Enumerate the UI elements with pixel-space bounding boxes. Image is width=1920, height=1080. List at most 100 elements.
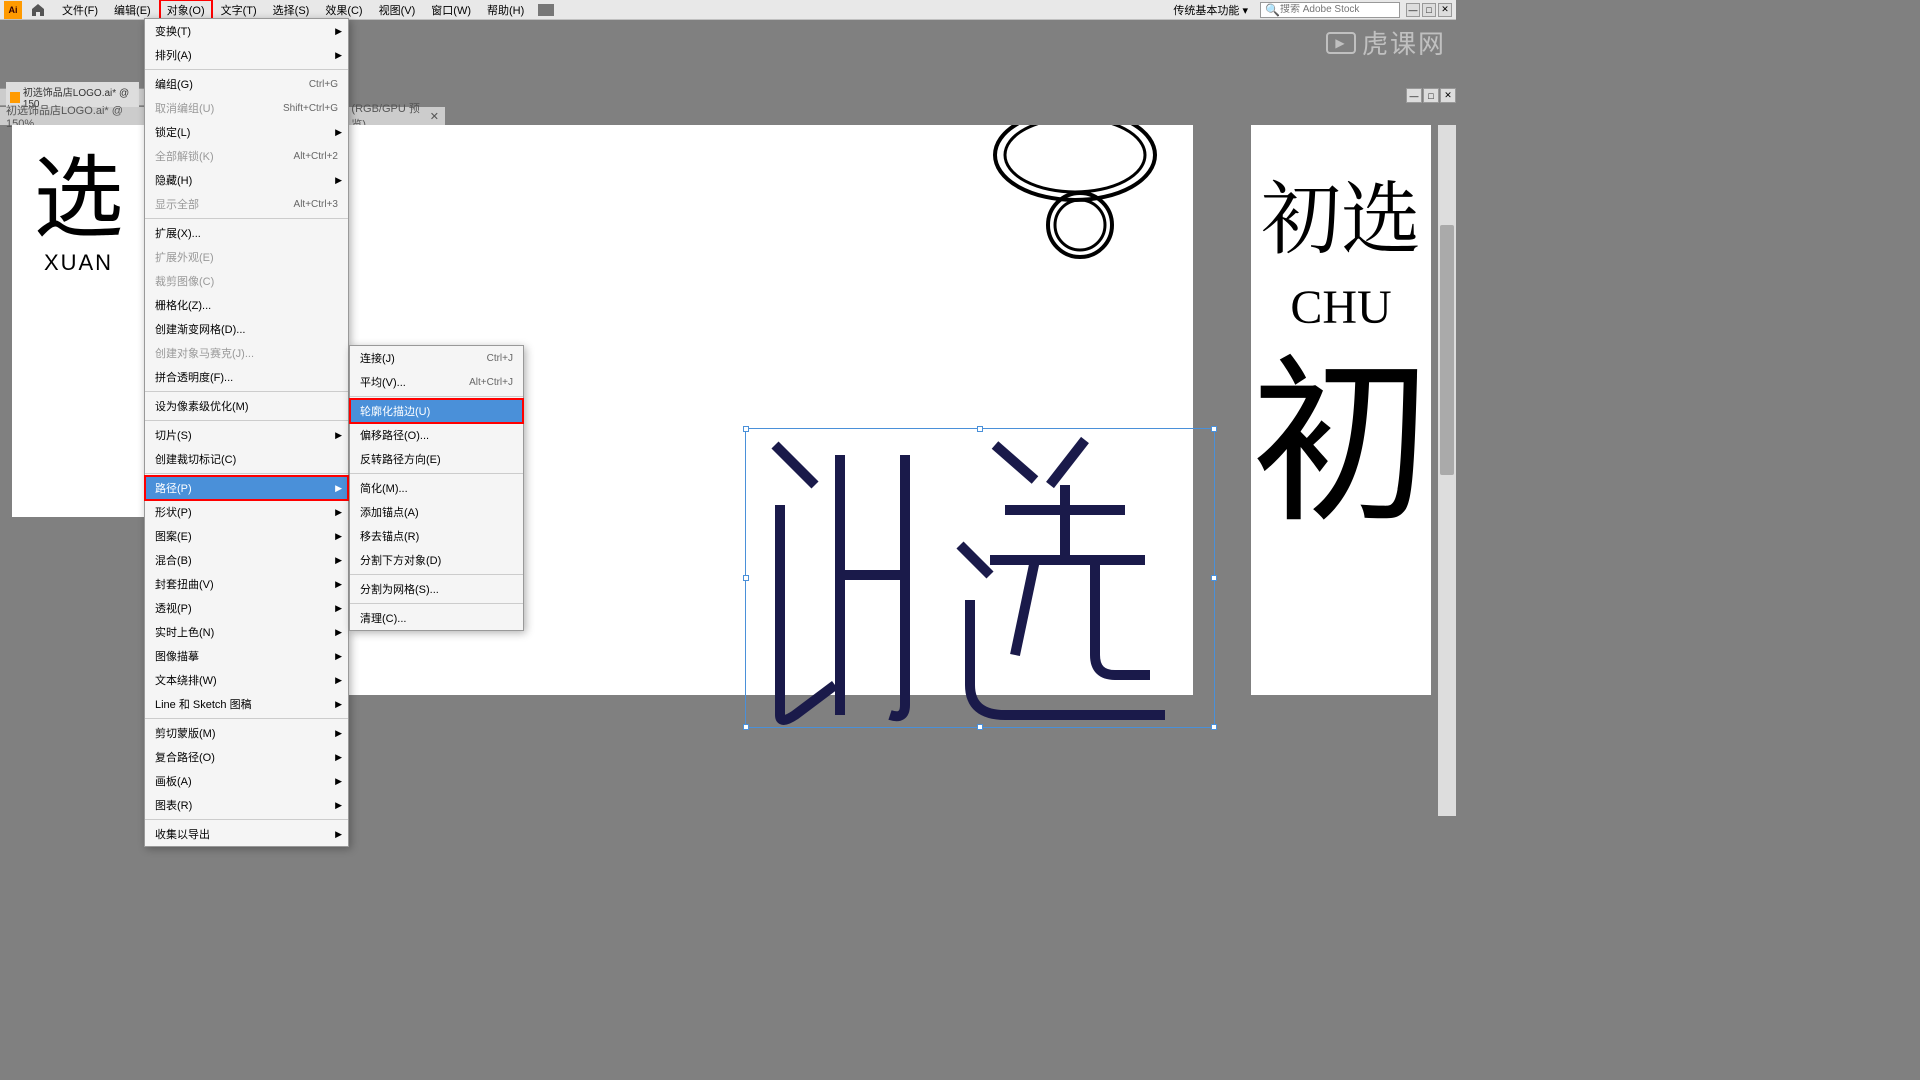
path-submenu-item[interactable]: 反转路径方向(E) [350,447,523,471]
menu-separator [145,473,348,474]
menu-bar: Ai 文件(F) 编辑(E) 对象(O) 文字(T) 选择(S) 效果(C) 视… [0,0,1456,20]
object-menu-item[interactable]: 混合(B)▶ [145,548,348,572]
object-menu-item[interactable]: 变换(T) ▶ [145,19,348,43]
object-menu-item[interactable]: 排列(A)▶ [145,43,348,67]
doc-close-button[interactable]: ✕ [1440,88,1456,103]
menu-separator [145,391,348,392]
submenu-arrow-icon: ▶ [335,699,342,710]
object-menu-item[interactable]: 路径(P)▶ [145,476,348,500]
menu-item-label: 取消编组(U) [155,100,214,116]
menu-item-label: 变换(T) [155,23,191,39]
object-menu-item[interactable]: 切片(S)▶ [145,423,348,447]
menu-item-label: 全部解锁(K) [155,148,214,164]
menu-help[interactable]: 帮助(H) [479,0,532,21]
path-submenu-item[interactable]: 移去锚点(R) [350,524,523,548]
arrange-docs-icon[interactable] [538,4,554,16]
canvas-roman: XUAN [44,250,113,276]
object-menu-item[interactable]: 图案(E)▶ [145,524,348,548]
object-menu-item[interactable]: 透视(P)▶ [145,596,348,620]
scroll-thumb[interactable] [1440,225,1454,475]
menu-item-label: 创建对象马赛克(J)... [155,345,254,361]
doc-maximize-button[interactable]: □ [1423,88,1439,103]
object-menu-item[interactable]: 画板(A)▶ [145,769,348,793]
document-window-controls: — □ ✕ [1406,88,1456,106]
search-box[interactable]: 🔍 [1260,2,1400,18]
object-menu-item[interactable]: 图像描摹▶ [145,644,348,668]
menu-separator [350,473,523,474]
object-menu-item[interactable]: 封套扭曲(V)▶ [145,572,348,596]
menu-item-label: 封套扭曲(V) [155,576,214,592]
vertical-scrollbar[interactable] [1438,125,1456,816]
menu-shortcut: Alt+Ctrl+2 [294,151,338,162]
object-menu-item[interactable]: 设为像素级优化(M) [145,394,348,418]
menu-view[interactable]: 视图(V) [371,0,424,21]
submenu-arrow-icon: ▶ [335,651,342,662]
menu-shortcut: Ctrl+G [309,79,338,90]
path-submenu-item[interactable]: 分割为网格(S)... [350,577,523,601]
menu-window[interactable]: 窗口(W) [423,0,479,21]
menu-item-label: 简化(M)... [360,480,408,496]
object-menu-item[interactable]: 创建渐变网格(D)... [145,317,348,341]
object-menu-item[interactable]: 扩展(X)... [145,221,348,245]
outlined-text-artwork[interactable] [745,425,1220,730]
object-menu-item[interactable]: 形状(P)▶ [145,500,348,524]
object-menu-item: 创建对象马赛克(J)... [145,341,348,365]
object-menu-item[interactable]: 创建裁切标记(C) [145,447,348,471]
home-icon[interactable] [30,2,46,18]
menu-item-label: 剪切蒙版(M) [155,725,216,741]
path-submenu-item[interactable]: 偏移路径(O)... [350,423,523,447]
object-menu-item[interactable]: 收集以导出▶ [145,822,348,846]
path-submenu-item[interactable]: 分割下方对象(D) [350,548,523,572]
workspace-switcher[interactable]: 传统基本功能 ▾ [1167,0,1254,20]
object-menu-item[interactable]: 隐藏(H)▶ [145,168,348,192]
menu-item-label: 添加锚点(A) [360,504,419,520]
menu-item-label: 连接(J) [360,350,395,366]
artboard-left: 选 XUAN [12,125,145,517]
minimize-button[interactable]: — [1406,3,1420,17]
ai-file-icon [10,92,20,103]
submenu-arrow-icon: ▶ [335,507,342,518]
object-menu-item[interactable]: 复合路径(O)▶ [145,745,348,769]
search-icon: 🔍 [1265,3,1280,17]
submenu-arrow-icon: ▶ [335,50,342,61]
menu-item-label: 平均(V)... [360,374,406,390]
menu-shortcut: Shift+Ctrl+G [283,103,338,114]
menu-shortcut: Alt+Ctrl+3 [294,199,338,210]
object-menu-item[interactable]: Line 和 Sketch 图稿▶ [145,692,348,716]
path-submenu-item[interactable]: 简化(M)... [350,476,523,500]
object-menu-item[interactable]: 图表(R)▶ [145,793,348,817]
submenu-arrow-icon: ▶ [335,531,342,542]
object-menu-item[interactable]: 实时上色(N)▶ [145,620,348,644]
path-submenu-item[interactable]: 平均(V)...Alt+Ctrl+J [350,370,523,394]
menu-separator [145,69,348,70]
right-cn-text: 初选 [1261,155,1421,270]
submenu-arrow-icon: ▶ [335,430,342,441]
submenu-arrow-icon: ▶ [335,603,342,614]
menu-item-label: 反转路径方向(E) [360,451,441,467]
object-menu-item[interactable]: 拼合透明度(F)... [145,365,348,389]
object-menu-item[interactable]: 锁定(L)▶ [145,120,348,144]
object-menu-item: 取消编组(U) Shift+Ctrl+G [145,96,348,120]
maximize-button[interactable]: □ [1422,3,1436,17]
submenu-arrow-icon: ▶ [335,627,342,638]
object-menu-item[interactable]: 栅格化(Z)... [145,293,348,317]
submenu-arrow-icon: ▶ [335,127,342,138]
path-submenu-item[interactable]: 轮廓化描边(U) [350,399,523,423]
object-menu-item: 扩展外观(E) [145,245,348,269]
path-submenu-item[interactable]: 添加锚点(A) [350,500,523,524]
path-submenu-item[interactable]: 清理(C)... [350,606,523,630]
object-menu-item[interactable]: 编组(G)Ctrl+G [145,72,348,96]
menu-item-label: 分割下方对象(D) [360,552,441,568]
path-submenu-item[interactable]: 连接(J)Ctrl+J [350,346,523,370]
object-menu-item[interactable]: 文本绕排(W)▶ [145,668,348,692]
watermark-icon: ▶ [1326,32,1356,54]
search-input[interactable] [1280,4,1395,15]
doc-minimize-button[interactable]: — [1406,88,1422,103]
menu-file[interactable]: 文件(F) [54,0,106,21]
close-icon[interactable]: ✕ [430,110,439,123]
object-menu-item[interactable]: 剪切蒙版(M)▶ [145,721,348,745]
menu-item-label: 分割为网格(S)... [360,581,439,597]
close-button[interactable]: ✕ [1438,3,1452,17]
submenu-arrow-icon: ▶ [335,26,342,37]
submenu-arrow-icon: ▶ [335,829,342,840]
